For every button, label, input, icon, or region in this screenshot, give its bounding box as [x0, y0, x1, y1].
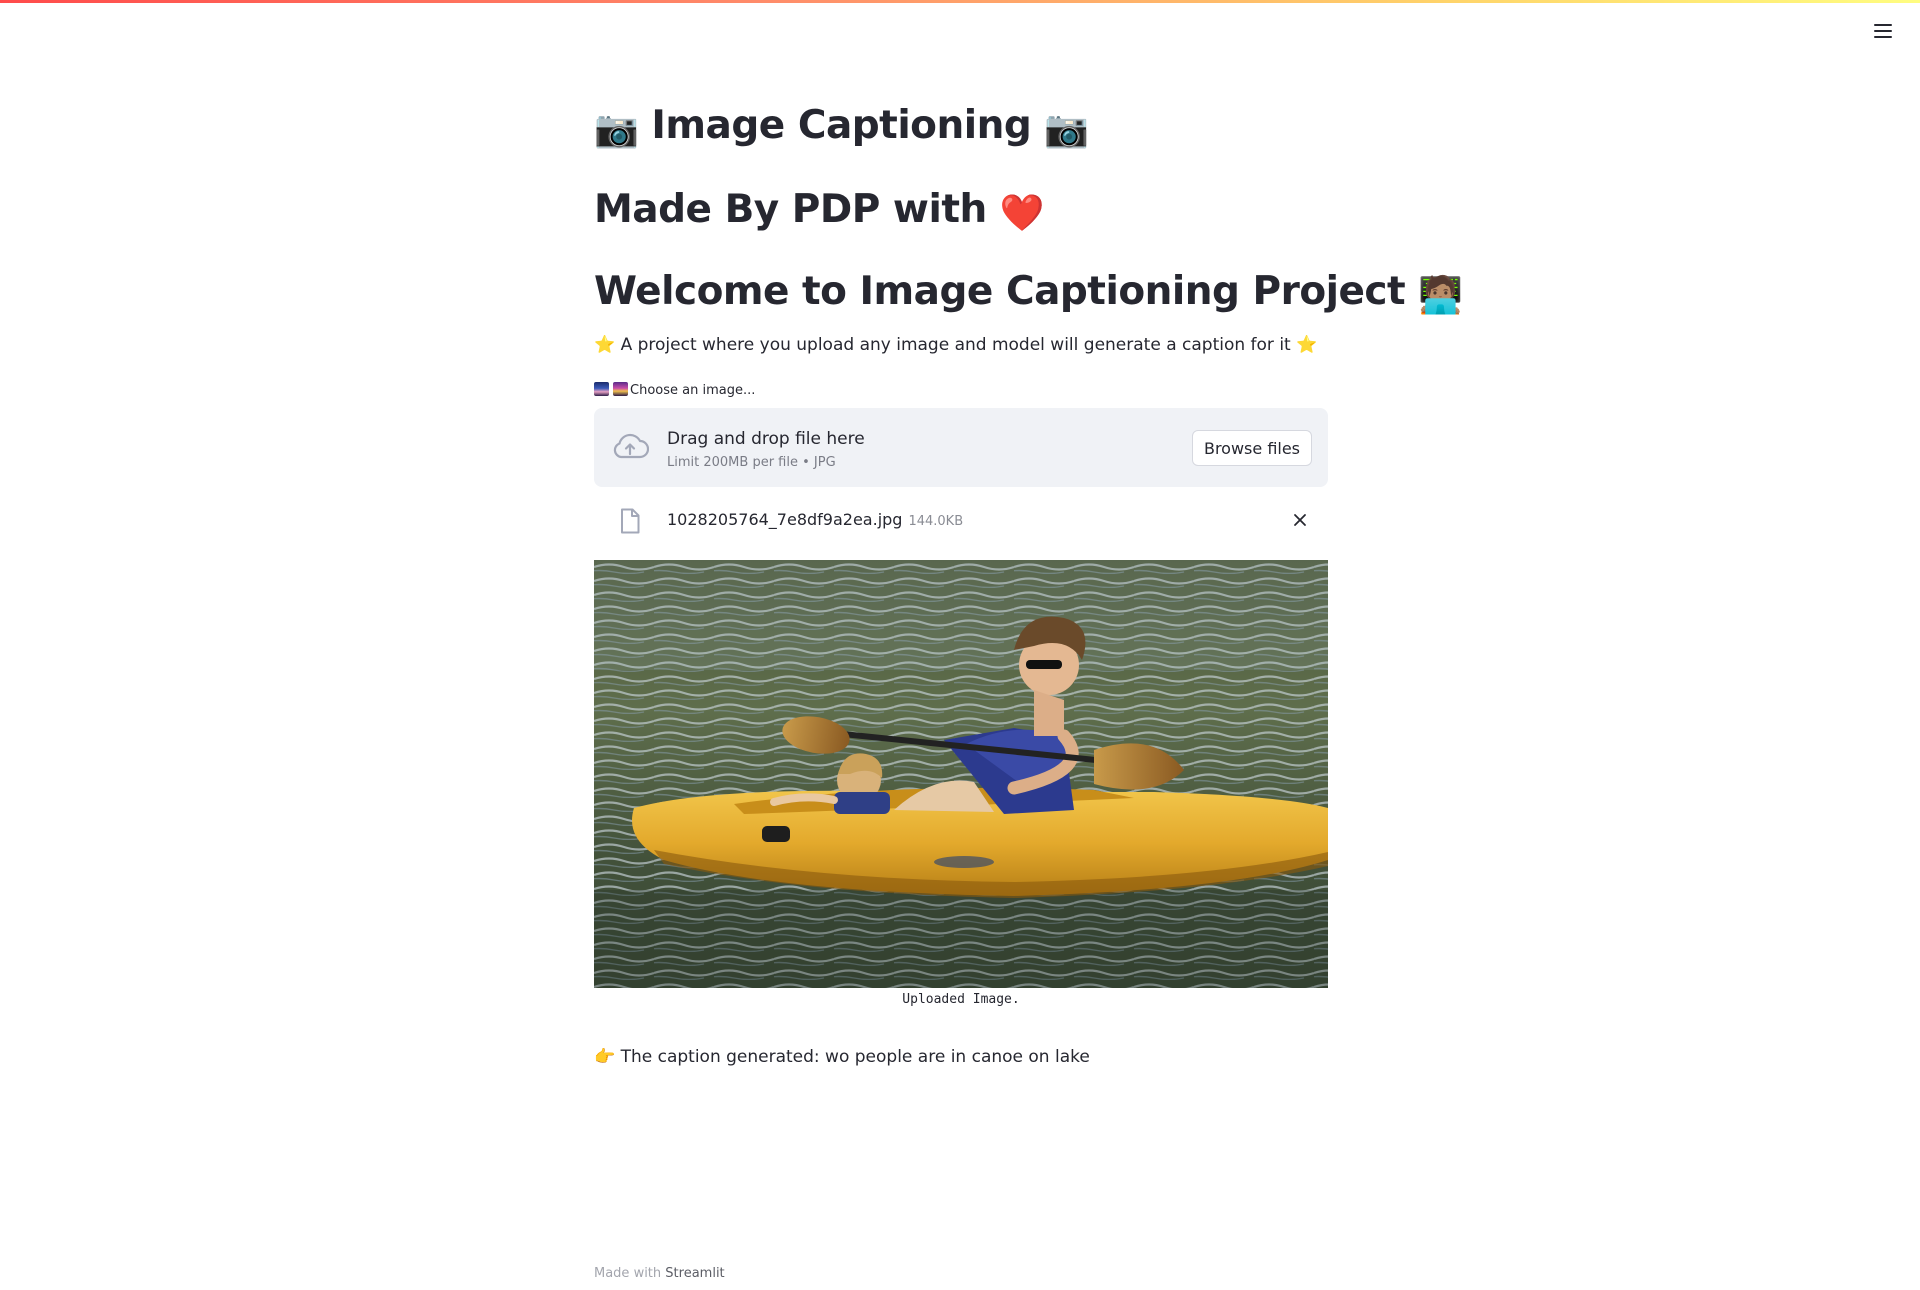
- generated-caption: 👉 The caption generated: wo people are i…: [594, 1047, 1090, 1067]
- uploader-label: Choose an image...: [594, 382, 755, 398]
- project-description: ⭐ A project where you upload any image a…: [594, 335, 1317, 355]
- star-icon: ⭐: [1296, 335, 1318, 355]
- technologist-icon: 🧑🏽‍💻: [1418, 275, 1463, 316]
- cloud-upload-icon: [613, 433, 649, 459]
- uploader-label-text: Choose an image...: [630, 383, 756, 398]
- page-title: 📷 Image Captioning 📷: [594, 103, 1089, 150]
- subtitle: Made By PDP with ❤️: [594, 187, 1045, 234]
- pointing-hand-icon: 👉: [594, 1047, 616, 1067]
- main-menu-icon[interactable]: [1870, 20, 1896, 42]
- file-name-text: 1028205764_7e8df9a2ea.jpg: [667, 510, 903, 529]
- footer-prefix: Made with: [594, 1266, 662, 1281]
- close-icon[interactable]: [1290, 510, 1310, 530]
- welcome-heading: Welcome to Image Captioning Project 🧑🏽‍💻: [594, 269, 1463, 316]
- welcome-heading-text: Welcome to Image Captioning Project: [594, 269, 1406, 314]
- file-size: 144.0KB: [908, 514, 964, 529]
- page-title-text: Image Captioning: [651, 103, 1032, 148]
- dropzone-instructions: Drag and drop file here: [667, 429, 865, 449]
- milky-way-icon: [594, 382, 609, 396]
- camera-icon: 📷: [1044, 109, 1089, 150]
- uploaded-image: [594, 560, 1328, 988]
- browse-files-button[interactable]: Browse files: [1192, 430, 1312, 466]
- streamlit-link[interactable]: Streamlit: [665, 1266, 724, 1281]
- dropzone-limit: Limit 200MB per file • JPG: [667, 455, 836, 470]
- image-caption: Uploaded Image.: [902, 992, 1020, 1007]
- description-text: A project where you upload any image and…: [620, 335, 1291, 355]
- footer: Made with Streamlit: [594, 1266, 725, 1281]
- camera-icon: 📷: [594, 109, 639, 150]
- uploaded-file-item: 1028205764_7e8df9a2ea.jpg 144.0KB: [594, 500, 1328, 540]
- header-decoration-bar: [0, 0, 1920, 3]
- generated-caption-text: The caption generated: wo people are in …: [620, 1047, 1090, 1067]
- subtitle-text: Made By PDP with: [594, 187, 987, 232]
- heart-icon: ❤️: [999, 193, 1045, 234]
- uploaded-file-name: 1028205764_7e8df9a2ea.jpg 144.0KB: [667, 510, 963, 529]
- file-icon: [621, 508, 640, 534]
- file-dropzone[interactable]: Drag and drop file here Limit 200MB per …: [594, 408, 1328, 487]
- night-city-icon: [613, 382, 628, 396]
- star-icon: ⭐: [594, 335, 616, 355]
